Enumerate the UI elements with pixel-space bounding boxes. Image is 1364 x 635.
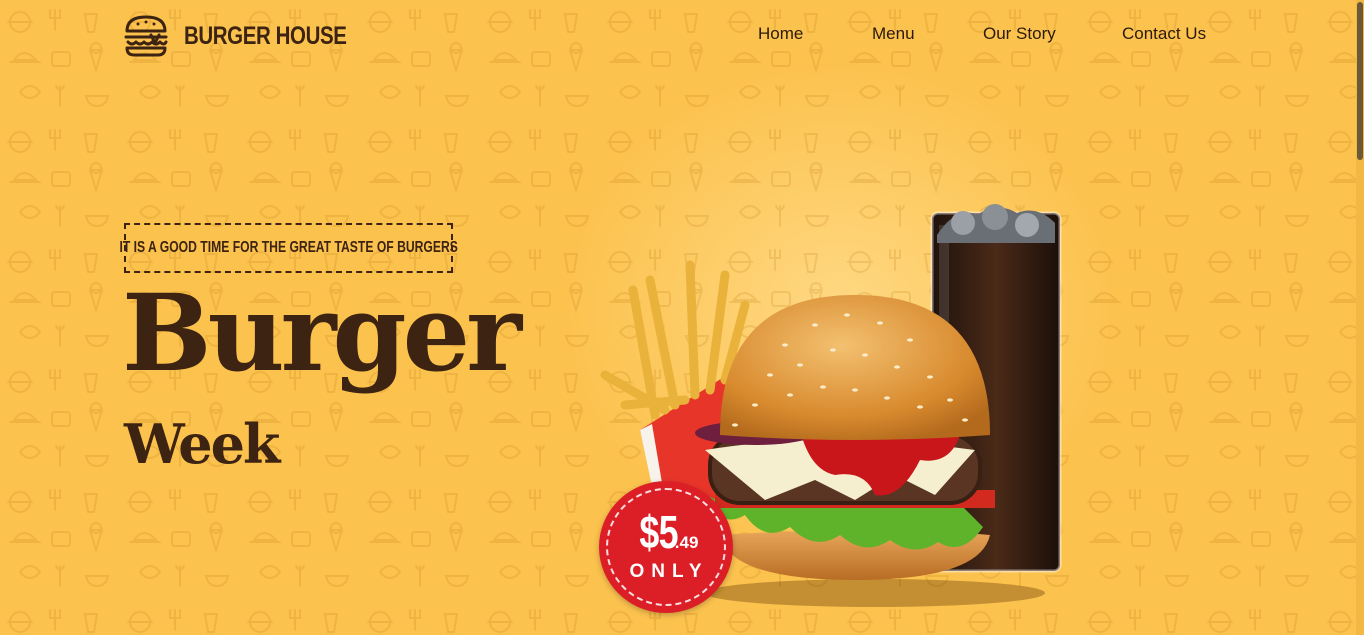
hero-title: Burger [122, 270, 522, 395]
hero-tagline: IT IS A GOOD TIME FOR THE GREAT TASTE OF… [119, 239, 458, 256]
scrollbar-thumb[interactable] [1357, 2, 1363, 160]
price-badge: $5.49 ONLY [599, 481, 733, 613]
price-amount: $5.49 [599, 505, 733, 559]
nav-contact-us[interactable]: Contact Us [1122, 24, 1206, 44]
nav-our-story[interactable]: Our Story [983, 24, 1056, 44]
price-main: $5 [639, 506, 678, 558]
site-header: BURGER HOUSE Home Menu Our Story Contact… [0, 0, 1356, 72]
scrollbar[interactable] [1356, 0, 1364, 635]
tagline-box: IT IS A GOOD TIME FOR THE GREAT TASTE OF… [119, 223, 458, 273]
nav-menu[interactable]: Menu [872, 24, 915, 44]
hero-subtitle: Week [124, 412, 280, 476]
nav-home[interactable]: Home [758, 24, 803, 44]
price-cents: .49 [674, 533, 699, 552]
main-nav: Home Menu Our Story Contact Us [0, 24, 1356, 48]
price-note: ONLY [629, 561, 709, 582]
